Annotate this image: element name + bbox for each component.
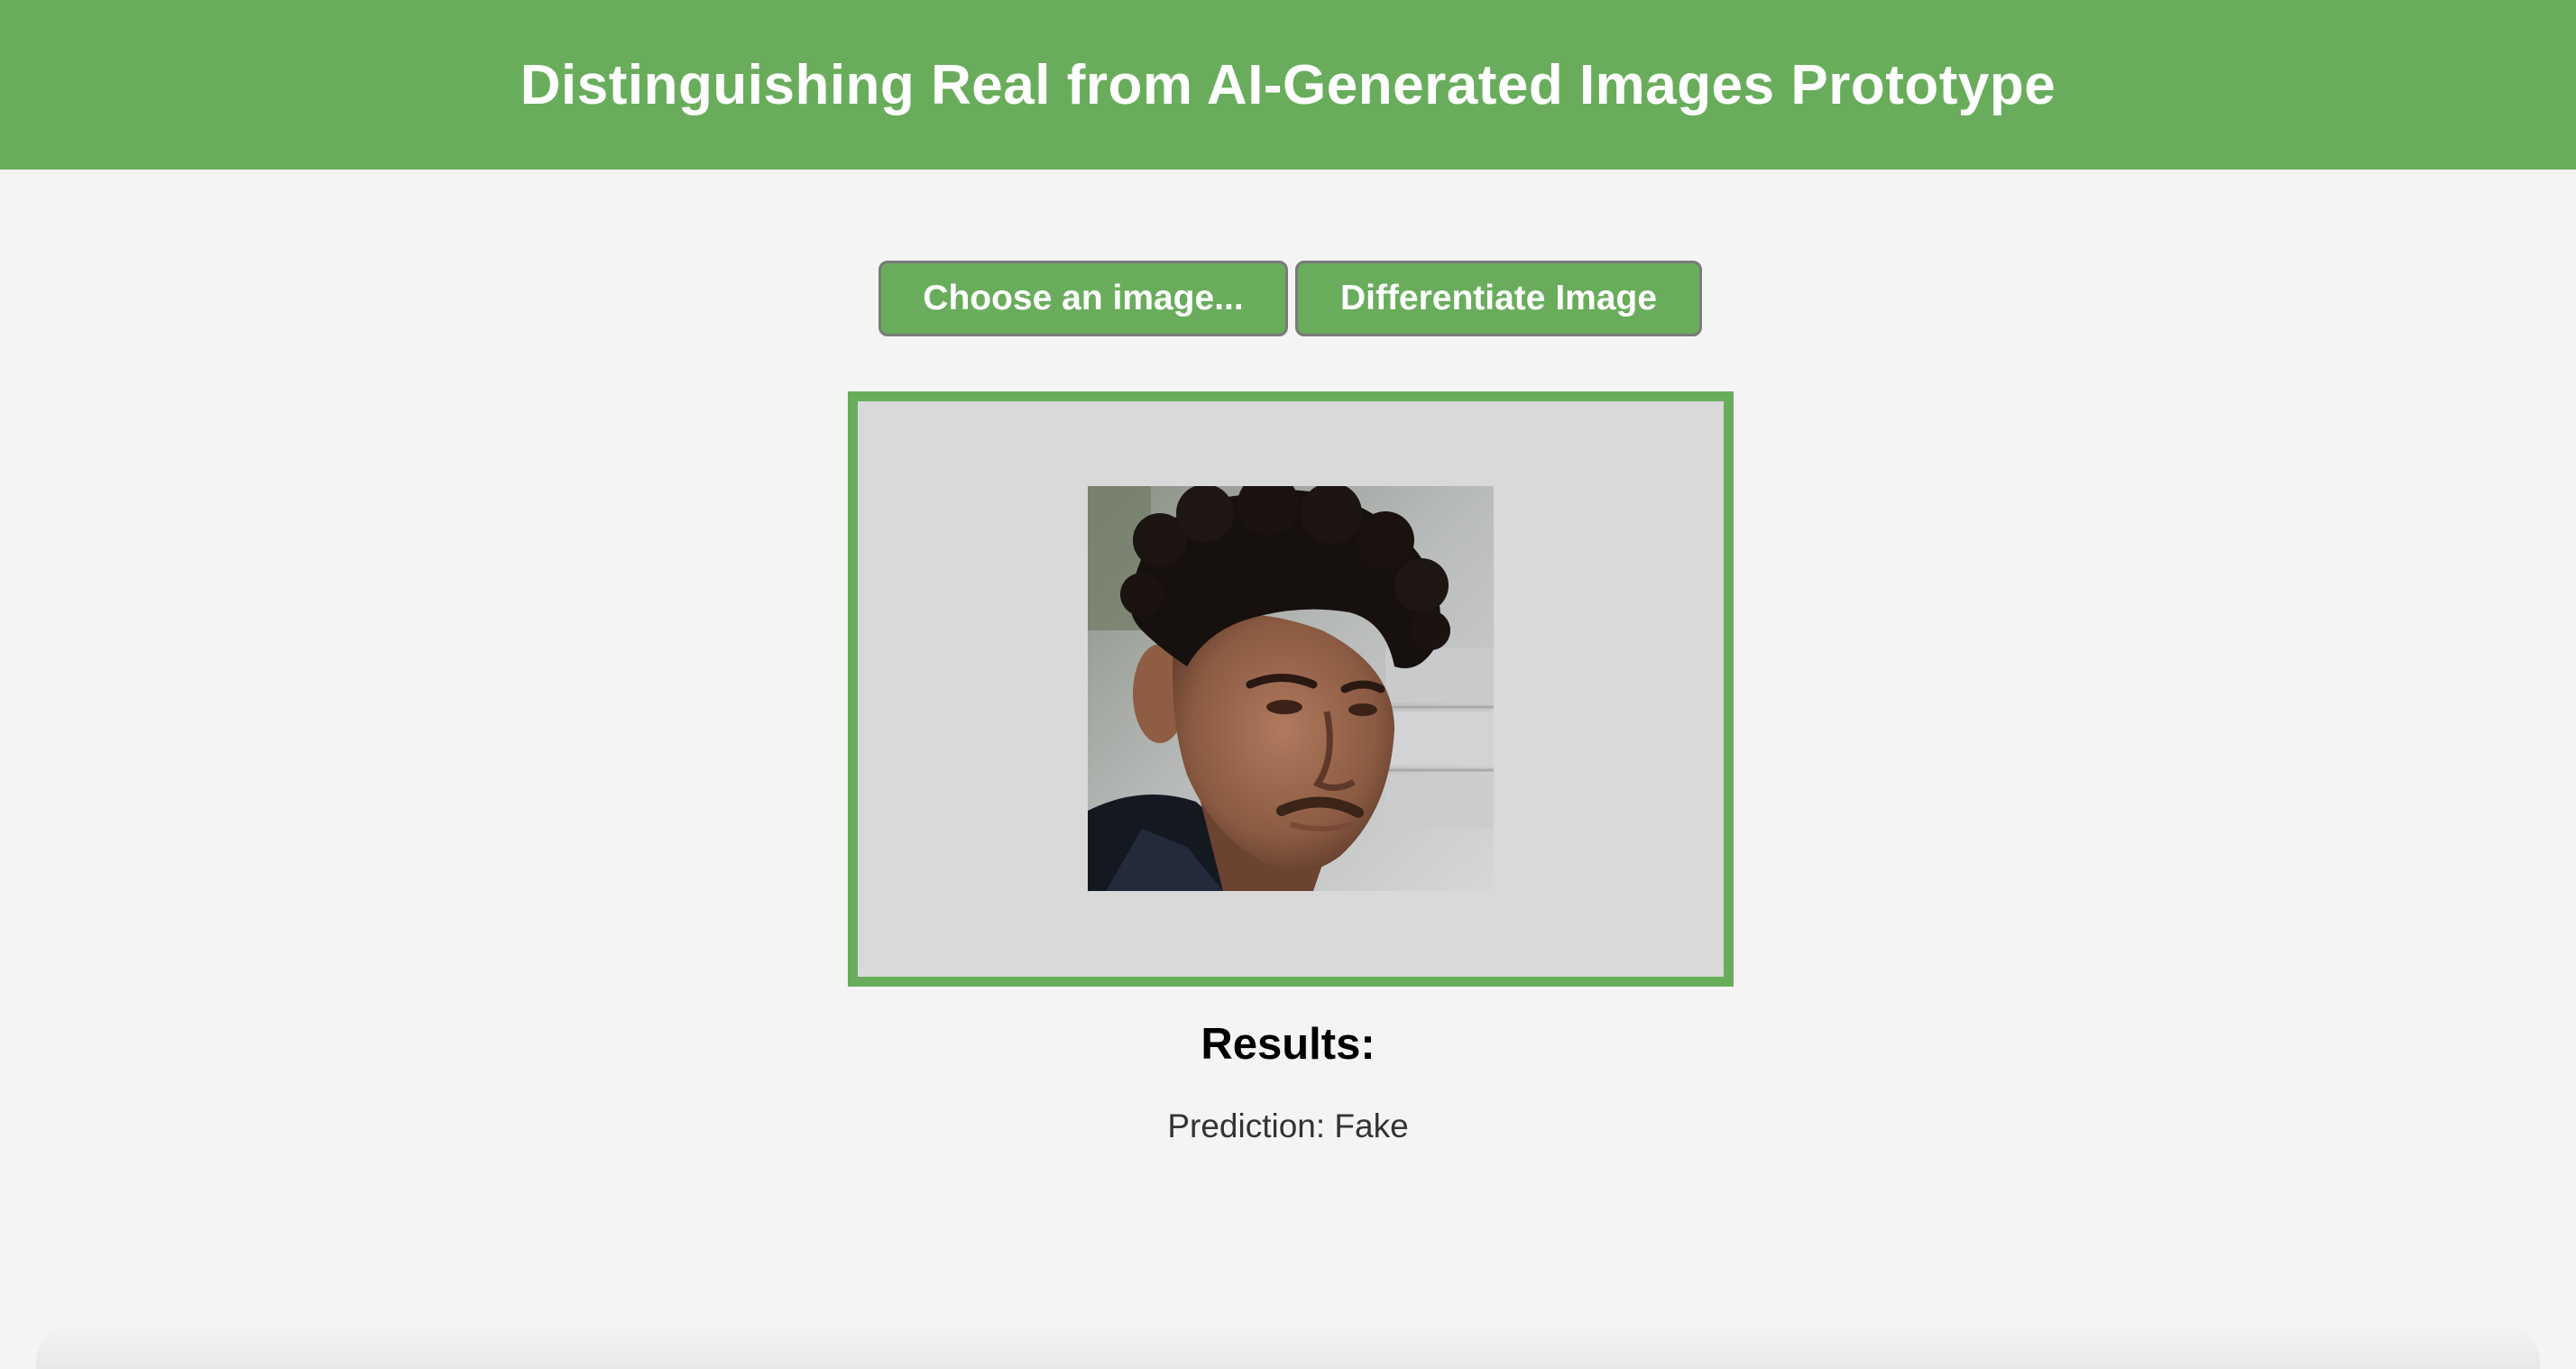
results-heading: Results:	[1201, 1020, 1375, 1069]
portrait-image	[1088, 486, 1494, 891]
bottom-edge-shadow	[36, 1326, 2540, 1369]
uploaded-image	[1088, 486, 1494, 891]
page-title: Distinguishing Real from AI-Generated Im…	[520, 53, 2056, 116]
choose-image-button[interactable]: Choose an image...	[879, 261, 1288, 336]
differentiate-image-button[interactable]: Differentiate Image	[1295, 261, 1702, 336]
prediction-text: Prediction: Fake	[1167, 1107, 1409, 1144]
app-header: Distinguishing Real from AI-Generated Im…	[0, 0, 2576, 170]
